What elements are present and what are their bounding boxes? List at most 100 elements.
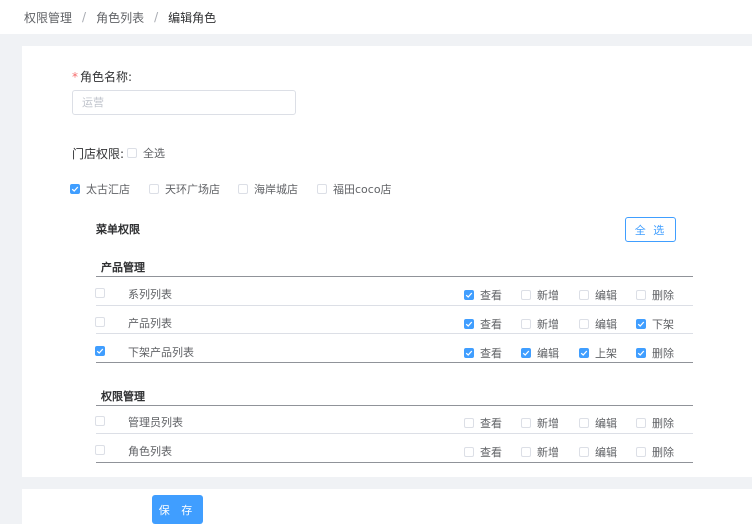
checkbox-box [464,319,474,329]
permission-label: 上架 [595,347,617,360]
permission-checkbox[interactable]: 删除 [636,415,674,431]
permission-label: 查看 [480,318,502,331]
permission-checkbox[interactable]: 新增 [521,287,559,303]
checkbox-box [521,418,531,428]
divider [96,433,693,434]
checkbox-box [317,184,327,194]
checkbox-box [579,418,589,428]
store-label: 福田coco店 [333,183,392,196]
checkbox-box [238,184,248,194]
row-name: 角色列表 [128,445,172,458]
permission-label: 编辑 [595,446,617,459]
permission-checkbox[interactable]: 编辑 [579,287,617,303]
divider [96,276,693,277]
menu-permission-title: 菜单权限 [96,223,140,236]
checkbox-box [579,290,589,300]
checkbox-box [636,290,646,300]
checkbox-box [521,447,531,457]
row-checkbox[interactable] [95,288,105,298]
permission-checkbox[interactable]: 删除 [636,444,674,460]
checkbox-box [579,348,589,358]
store-select-all-label: 全选 [143,147,165,160]
checkbox-box [70,184,80,194]
store-label: 天环广场店 [165,183,220,196]
permission-label: 删除 [652,289,674,302]
permission-checkbox[interactable]: 编辑 [579,415,617,431]
permission-label: 新增 [537,289,559,302]
role-name-label: * 角色名称: [72,68,132,85]
permission-checkbox[interactable]: 查看 [464,345,502,361]
store-permission-label: 门店权限: [72,147,125,161]
row-name: 下架产品列表 [128,346,194,359]
permission-checkbox[interactable]: 下架 [636,316,674,332]
save-button[interactable]: 保 存 [152,495,203,524]
permission-label: 新增 [537,417,559,430]
permission-checkbox[interactable]: 新增 [521,415,559,431]
breadcrumb-item-role-list[interactable]: 角色列表 [96,9,144,26]
breadcrumb-item-edit-role: 编辑角色 [168,10,217,25]
checkbox-box [636,447,646,457]
checkbox-box [127,148,137,158]
divider [96,305,693,306]
row-checkbox[interactable] [95,317,105,327]
group-title-permission-management: 权限管理 [101,390,145,403]
row-checkbox[interactable] [95,445,105,455]
permission-label: 编辑 [595,417,617,430]
divider [96,333,693,334]
divider [96,362,693,363]
permission-label: 删除 [652,347,674,360]
permission-checkbox[interactable]: 编辑 [579,444,617,460]
permission-label: 删除 [652,446,674,459]
checkbox-box [521,348,531,358]
checkbox-box [464,418,474,428]
permission-checkbox[interactable]: 查看 [464,316,502,332]
permission-checkbox[interactable]: 删除 [636,345,674,361]
permission-checkbox[interactable]: 新增 [521,444,559,460]
checkbox-box [636,348,646,358]
permission-checkbox[interactable]: 删除 [636,287,674,303]
divider [96,462,693,463]
checkbox-box [521,319,531,329]
checkbox-box [579,319,589,329]
row-name: 系列列表 [128,288,172,301]
footer-card [22,489,752,524]
row-checkbox[interactable] [95,416,105,426]
checkbox-box [149,184,159,194]
breadcrumb: 权限管理 / 角色列表 / 编辑角色 [0,0,752,34]
breadcrumb-item-permission-management[interactable]: 权限管理 [24,9,72,26]
row-name: 产品列表 [128,317,172,330]
store-checkbox-futian-coco[interactable]: 福田coco店 [317,181,392,197]
permission-label: 删除 [652,417,674,430]
permission-label: 编辑 [595,289,617,302]
store-checkbox-tianhuan[interactable]: 天环广场店 [149,181,220,197]
permission-label: 编辑 [537,347,559,360]
store-checkbox-taikoohui[interactable]: 太古汇店 [70,181,130,197]
permission-checkbox[interactable]: 查看 [464,287,502,303]
menu-select-all-button[interactable]: 全 选 [625,217,676,242]
permission-checkbox[interactable]: 查看 [464,444,502,460]
permission-label: 查看 [480,417,502,430]
permission-label: 查看 [480,347,502,360]
permission-checkbox[interactable]: 查看 [464,415,502,431]
divider [96,405,693,406]
store-select-all-checkbox[interactable]: 全选 [127,145,165,161]
checkbox-box [636,418,646,428]
permission-checkbox[interactable]: 上架 [579,345,617,361]
role-name-input[interactable] [72,90,296,115]
permission-label: 查看 [480,446,502,459]
permission-checkbox[interactable]: 编辑 [579,316,617,332]
permission-checkbox[interactable]: 编辑 [521,345,559,361]
row-name: 管理员列表 [128,416,183,429]
permission-checkbox[interactable]: 新增 [521,316,559,332]
store-label: 海岸城店 [254,183,298,196]
group-title-product-management: 产品管理 [101,261,145,274]
row-checkbox[interactable] [95,346,105,356]
checkbox-box [521,290,531,300]
permission-label: 下架 [652,318,674,331]
checkbox-box [464,290,474,300]
checkbox-box [464,348,474,358]
permission-label: 编辑 [595,318,617,331]
permission-label: 新增 [537,446,559,459]
store-checkbox-haiancheng[interactable]: 海岸城店 [238,181,298,197]
checkbox-box [464,447,474,457]
